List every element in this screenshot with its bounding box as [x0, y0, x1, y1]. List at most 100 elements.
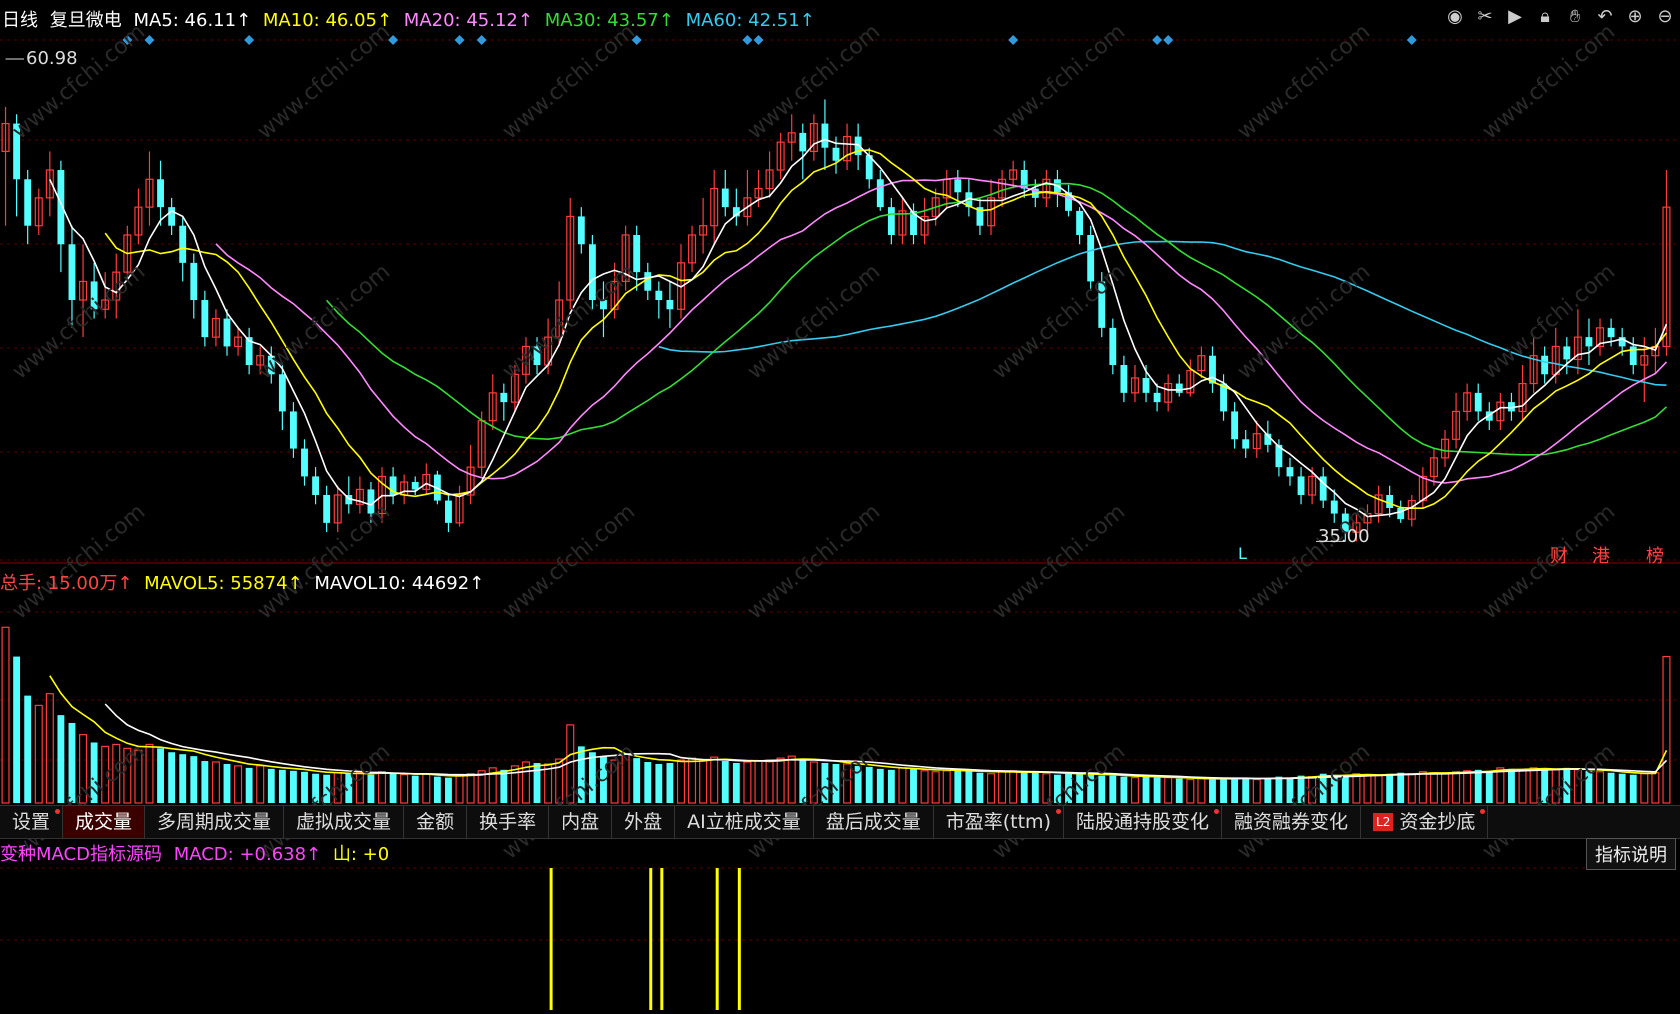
candle-body [1541, 355, 1549, 375]
tab-label: 盘后成交量 [825, 811, 921, 833]
candle-body [1142, 378, 1150, 393]
tab-1[interactable]: 成交量 [63, 806, 146, 838]
notification-dot [1055, 809, 1061, 814]
zoom-in-icon[interactable]: ⊕ [1624, 6, 1646, 28]
tab-12[interactable]: 融资融券变化 [1222, 806, 1362, 838]
volume-bar [1474, 769, 1482, 803]
volume-bar [400, 774, 409, 804]
badge-cai[interactable]: 财 [1550, 542, 1568, 568]
scissors-icon[interactable]: ✂ [1474, 6, 1496, 28]
tab-0[interactable]: 设置 [0, 806, 64, 838]
volume-bar [500, 769, 508, 803]
low-marker: L [1238, 544, 1247, 563]
volume-bar [24, 695, 32, 803]
candle-body [832, 147, 840, 161]
candle-body [1209, 355, 1216, 384]
volume-bar [1220, 777, 1227, 803]
volume-bar [234, 765, 243, 804]
tab-8[interactable]: AI立桩成交量 [675, 806, 814, 838]
volume-bar [455, 775, 464, 804]
watermark: www.cfchi.com [1233, 739, 1375, 864]
volume-bar [377, 771, 387, 804]
volume-bar [157, 748, 164, 803]
volume-bar [190, 756, 198, 803]
volume-bar [1120, 776, 1128, 803]
play-icon[interactable]: ▶ [1504, 6, 1526, 28]
tab-label: 内盘 [561, 811, 600, 833]
tab-2[interactable]: 多周期成交量 [145, 806, 285, 838]
lock-icon[interactable]: 🔒︎ [1534, 6, 1556, 28]
volume-bar [655, 763, 663, 803]
candle-body [821, 123, 829, 148]
ma5-line [49, 138, 1668, 518]
volume-bar [145, 743, 154, 804]
tab-label: AI立桩成交量 [687, 811, 801, 833]
volume-bar [965, 770, 973, 803]
candle-body [666, 300, 674, 310]
tab-11[interactable]: 陆股通持股变化 [1064, 806, 1222, 838]
volume-bar [1020, 771, 1028, 803]
tab-6[interactable]: 内盘 [549, 806, 613, 838]
mavol10-line [104, 703, 1668, 780]
tab-13[interactable]: L2 资金抄底 [1361, 806, 1489, 838]
volume-bar [256, 765, 265, 804]
tab-10[interactable]: 市盈率(ttm) [934, 806, 1064, 838]
volume-bar [1440, 773, 1450, 804]
watermark: www.cfchi.com [743, 739, 885, 864]
tab-5[interactable]: 换手率 [467, 806, 550, 838]
ma10-line [104, 149, 1668, 509]
tab-label: 资金抄底 [1399, 811, 1476, 833]
volume-bar [1142, 776, 1150, 803]
volume-bar [787, 755, 796, 804]
volume-bar [1186, 778, 1195, 804]
volume-bar [721, 761, 729, 803]
candle-body [1231, 411, 1239, 440]
volume-bar [1508, 768, 1515, 803]
volume-bar [1252, 778, 1261, 804]
candle-body [799, 132, 807, 152]
candle-body [577, 216, 585, 245]
candle-body [1297, 476, 1305, 495]
indicator-explain-button[interactable]: 指标说明 [1586, 838, 1676, 870]
candle-body [312, 476, 320, 495]
volume-bar [211, 761, 220, 804]
tab-7[interactable]: 外盘 [612, 806, 676, 838]
volume-bar [223, 763, 231, 803]
volume-bar [633, 758, 641, 803]
undo-icon[interactable]: ↶ [1594, 6, 1616, 28]
tab-4[interactable]: 金额 [404, 806, 468, 838]
volume-bar [179, 754, 187, 803]
volume-bar [445, 777, 452, 803]
total-volume: 总手: 15.00万↑ [0, 573, 133, 594]
volume-bar [754, 760, 763, 804]
hand-icon[interactable]: ✋︎ [1564, 6, 1586, 28]
marker-diamond [454, 35, 465, 45]
tab-label: 多周期成交量 [157, 811, 272, 833]
candle-body [1076, 210, 1084, 235]
tab-label: 设置 [12, 811, 51, 833]
volume-bar [510, 765, 519, 804]
watermark: www.cfchi.com [8, 19, 150, 144]
candle-body [721, 188, 729, 208]
volume-bar [1242, 777, 1250, 803]
mavol10-value: MAVOL10: 44692↑ [314, 573, 485, 594]
tab-label: 市盈率(ttm) [945, 811, 1051, 833]
marker-diamond [1152, 35, 1163, 45]
candle-body [1607, 327, 1615, 338]
watermark: www.cfchi.com [1233, 259, 1375, 384]
candle-body [954, 179, 962, 193]
tab-3[interactable]: 虚拟成交量 [284, 806, 405, 838]
zoom-out-icon[interactable]: ⊖ [1654, 6, 1676, 28]
volume-header: 总手: 15.00万↑ MAVOL5: 55874↑ MAVOL10: 4469… [0, 569, 490, 595]
eye-icon[interactable]: ◉ [1444, 6, 1466, 28]
period-label[interactable]: 日线 [2, 10, 38, 31]
candle-body [500, 392, 508, 403]
candle-body [68, 244, 76, 300]
tab-9[interactable]: 盘后成交量 [814, 806, 934, 838]
watermark: www.cfchi.com [743, 499, 885, 624]
marker-diamond [742, 35, 753, 45]
badge-gang[interactable]: 港 [1592, 542, 1610, 568]
candle-body [278, 374, 286, 412]
badge-bang[interactable]: 榜 [1646, 542, 1664, 568]
tab-label: 融资融券变化 [1234, 811, 1349, 833]
